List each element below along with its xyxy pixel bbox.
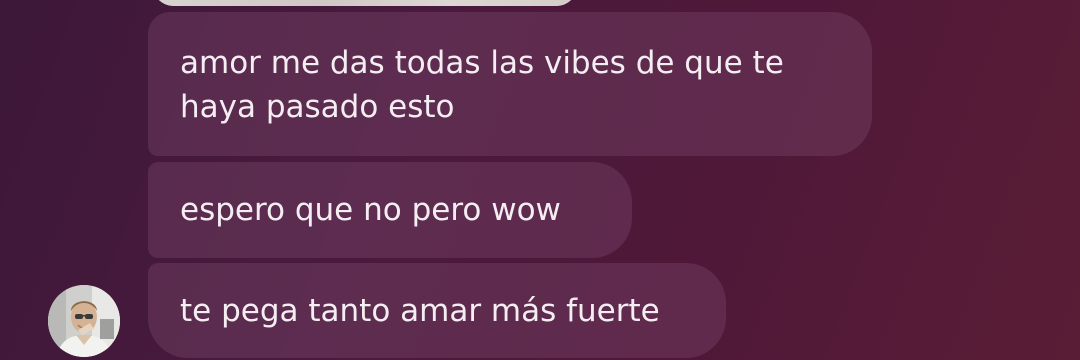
image-message-preview[interactable] xyxy=(152,0,578,6)
message-text: te pega tanto amar más fuerte xyxy=(180,293,660,329)
message-bubble[interactable]: amor me das todas las vibes de que te ha… xyxy=(148,12,872,156)
message-bubble[interactable]: espero que no pero wow xyxy=(148,162,632,258)
avatar-photo xyxy=(48,285,120,357)
message-text: amor me das todas las vibes de que te xyxy=(180,45,784,81)
message-bubble[interactable]: te pega tanto amar más fuerte xyxy=(148,263,726,358)
message-text: espero que no pero wow xyxy=(180,192,561,228)
message-text: haya pasado esto xyxy=(180,89,455,125)
chat-thread: amor me das todas las vibes de que te ha… xyxy=(0,0,1080,360)
sender-avatar[interactable] xyxy=(48,285,120,357)
